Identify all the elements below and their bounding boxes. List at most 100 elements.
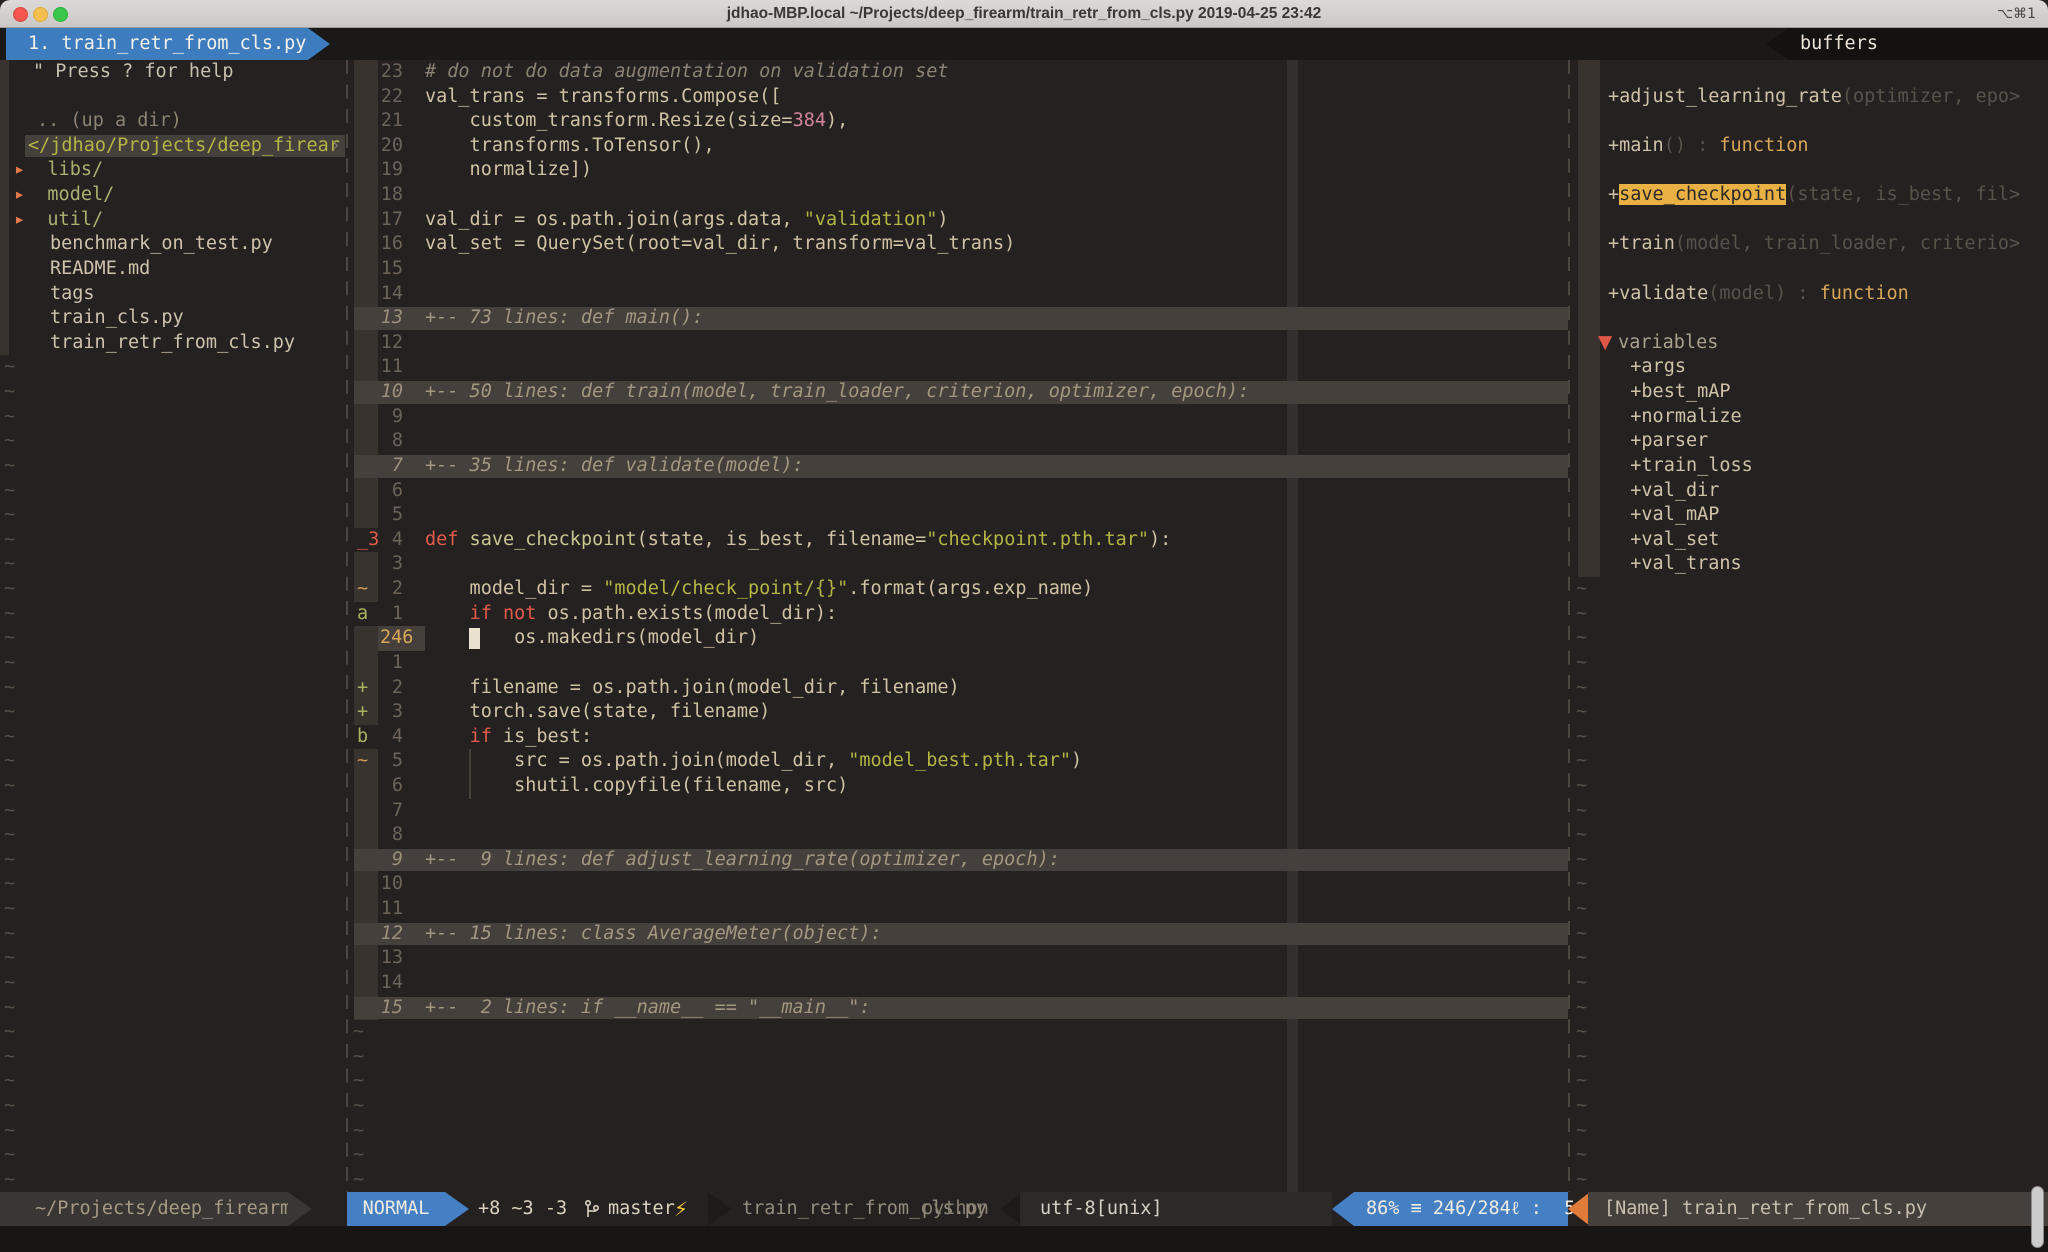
tag-var-val-dir[interactable]: +val_dir — [1572, 479, 2048, 504]
code-editor-panel: 23# do not do data augmentation on valid… — [349, 60, 1568, 1192]
empty-line-tilde: ~ — [0, 651, 345, 676]
vim-terminal-window: jdhao-MBP.local ~/Projects/deep_firearm/… — [0, 0, 2048, 1252]
empty-line-tilde: ~ — [1572, 848, 2048, 873]
code-line[interactable]: 3+ torch.save(state, filename) — [349, 700, 1568, 725]
vim-cursor-block — [469, 628, 480, 649]
empty-line-tilde: ~ — [0, 602, 345, 627]
code-line[interactable]: 13 — [349, 946, 1568, 971]
line-number: 14 — [369, 282, 403, 307]
scrollbar-thumb[interactable] — [2031, 1186, 2044, 1248]
empty-line-tilde: ~ — [1572, 971, 2048, 996]
empty-line-tilde: ~ — [349, 1020, 1568, 1045]
empty-line-tilde: ~ — [0, 1119, 345, 1144]
tree-root-path[interactable]: </jdhao/Projects/deep_firear› — [0, 134, 345, 159]
line-number: 7 — [369, 799, 403, 824]
tree-item-model[interactable]: ▸ model/ — [0, 183, 345, 208]
fold-average-meter[interactable]: 12+-- 15 lines: class AverageMeter(objec… — [349, 922, 1568, 947]
mode-indicator: NORMAL — [347, 1192, 445, 1226]
code-line[interactable]: 14 — [349, 971, 1568, 996]
tab-train-retr-from-cls[interactable]: 1. train_retr_from_cls.py — [6, 28, 330, 60]
code-line[interactable]: 7 — [349, 799, 1568, 824]
line-number: 9 — [369, 848, 403, 873]
code-line[interactable]: 5 — [349, 503, 1568, 528]
buffers-label-segment[interactable]: buffers — [1766, 28, 2048, 60]
tree-item-util[interactable]: ▸ util/ — [0, 208, 345, 233]
empty-line-tilde: ~ — [1572, 700, 2048, 725]
empty-line-tilde: ~ — [1572, 799, 2048, 824]
code-line[interactable]: 2+ filename = os.path.join(model_dir, fi… — [349, 676, 1568, 701]
code-line[interactable]: 4b if is_best: — [349, 725, 1568, 750]
code-line[interactable]: 9 — [349, 405, 1568, 430]
code-line[interactable]: 18 — [349, 183, 1568, 208]
tag-validate[interactable]: +validate(model) : function — [1572, 282, 2048, 307]
code-line[interactable]: 8 — [349, 429, 1568, 454]
statusline: ~/Projects/deep_firearm NORMAL +8 ~3 -3 … — [0, 1192, 2048, 1226]
tag-var-best-map[interactable]: +best_mAP — [1572, 380, 2048, 405]
code-line[interactable]: 17val_dir = os.path.join(args.data, "val… — [349, 208, 1568, 233]
code-line[interactable]: 1a if not os.path.exists(model_dir): — [349, 602, 1568, 627]
tag-var-val-set[interactable]: +val_set — [1572, 528, 2048, 553]
tag-main[interactable]: +main() : function — [1572, 134, 2048, 159]
tag-var-val-map[interactable]: +val_mAP — [1572, 503, 2048, 528]
empty-line-tilde: ~ — [1572, 676, 2048, 701]
empty-line-tilde: ~ — [1572, 1094, 2048, 1119]
tag-save-checkpoint-selected[interactable]: +save_checkpoint(state, is_best, fil> — [1572, 183, 2048, 208]
empty-line-tilde: ~ — [0, 749, 345, 774]
window-separator-right[interactable] — [1568, 60, 1570, 1192]
tag-var-normalize[interactable]: +normalize — [1572, 405, 2048, 430]
code-line[interactable]: 11 — [349, 897, 1568, 922]
tree-item-train-cls[interactable]: train_cls.py — [0, 306, 345, 331]
vim-command-line[interactable] — [0, 1226, 2048, 1252]
fold-train[interactable]: 10+-- 50 lines: def train(model, train_l… — [349, 380, 1568, 405]
code-line[interactable]: 19 normalize]) — [349, 158, 1568, 183]
code-line[interactable]: 14 — [349, 282, 1568, 307]
tag-adjust-learning-rate[interactable]: +adjust_learning_rate(optimizer, epo> — [1572, 85, 2048, 110]
code-line[interactable]: 21 custom_transform.Resize(size=384), — [349, 109, 1568, 134]
tag-var-val-trans[interactable]: +val_trans — [1572, 552, 2048, 577]
tree-item-benchmark[interactable]: benchmark_on_test.py — [0, 232, 345, 257]
tag-var-args[interactable]: +args — [1572, 355, 2048, 380]
code-line[interactable]: 23# do not do data augmentation on valid… — [349, 60, 1568, 85]
tag-var-train-loss[interactable]: +train_loss — [1572, 454, 2048, 479]
code-line[interactable]: 20 transforms.ToTensor(), — [349, 134, 1568, 159]
empty-line-tilde: ~ — [1572, 1020, 2048, 1045]
tree-item-train-retr[interactable]: train_retr_from_cls.py — [0, 331, 345, 356]
tree-item-readme[interactable]: README.md — [0, 257, 345, 282]
code-line[interactable]: 11 — [349, 355, 1568, 380]
tree-item-tags[interactable]: tags — [0, 282, 345, 307]
code-line[interactable]: 22val_trans = transforms.Compose([ — [349, 85, 1568, 110]
empty-line-tilde: ~ — [0, 676, 345, 701]
code-line[interactable]: 3 — [349, 552, 1568, 577]
line-number: 11 — [369, 897, 403, 922]
code-line[interactable]: 2~ model_dir = "model/check_point/{}".fo… — [349, 577, 1568, 602]
code-line[interactable]: 12 — [349, 331, 1568, 356]
code-line[interactable]: 6 — [349, 479, 1568, 504]
code-line[interactable]: 4_3def save_checkpoint(state, is_best, f… — [349, 528, 1568, 553]
tag-section-variables[interactable]: ▼ variables — [1572, 331, 2048, 356]
line-number: 18 — [369, 183, 403, 208]
empty-line-tilde: ~ — [349, 1119, 1568, 1144]
code-line[interactable]: 15 — [349, 257, 1568, 282]
line-number: 12 — [369, 331, 403, 356]
fold-validate[interactable]: 7+-- 35 lines: def validate(model): — [349, 454, 1568, 479]
fold-main-guard[interactable]: 15+-- 2 lines: if __name__ == "__main__"… — [349, 996, 1568, 1021]
tag-train[interactable]: +train(model, train_loader, criterio> — [1572, 232, 2048, 257]
code-line[interactable]: 6 shutil.copyfile(filename, src) — [349, 774, 1568, 799]
code-line[interactable]: 8 — [349, 823, 1568, 848]
window-separator-left[interactable] — [346, 60, 348, 1192]
code-line[interactable]: 5~ src = os.path.join(model_dir, "model_… — [349, 749, 1568, 774]
empty-line-tilde: ~ — [1572, 651, 2048, 676]
tree-item-up-dir[interactable]: .. (up a dir) — [0, 109, 345, 134]
fold-adjust-learning-rate[interactable]: 9+-- 9 lines: def adjust_learning_rate(o… — [349, 848, 1568, 873]
fold-main[interactable]: 13+-- 73 lines: def main(): — [349, 306, 1568, 331]
empty-line-tilde: ~ — [0, 380, 345, 405]
tree-item-libs[interactable]: ▸ libs/ — [0, 158, 345, 183]
code-line[interactable]: 16val_set = QuerySet(root=val_dir, trans… — [349, 232, 1568, 257]
code-line[interactable]: 1 — [349, 651, 1568, 676]
current-code-line[interactable]: 246 os.makedirs(model_dir) — [349, 626, 1568, 651]
empty-line-tilde: ~ — [0, 996, 345, 1021]
tag-var-parser[interactable]: +parser — [1572, 429, 2048, 454]
signify-change-sign: ~ — [354, 577, 378, 602]
code-line[interactable]: 10 — [349, 872, 1568, 897]
empty-line-tilde: ~ — [1572, 946, 2048, 971]
